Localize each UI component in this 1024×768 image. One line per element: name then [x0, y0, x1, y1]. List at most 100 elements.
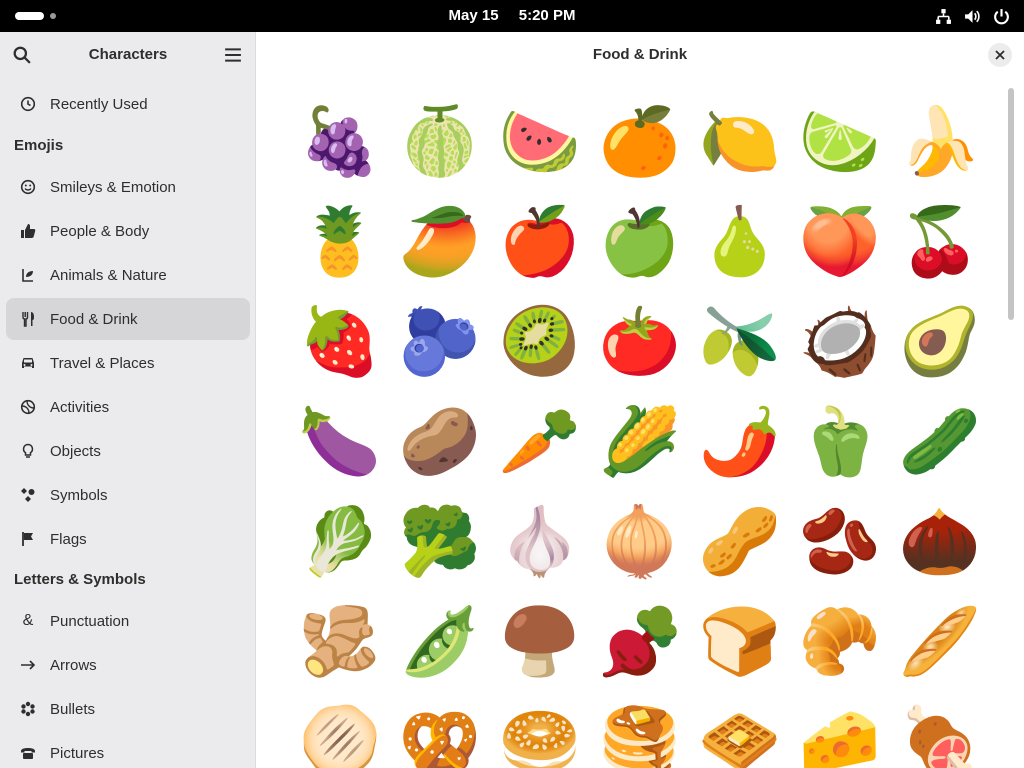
hamburger-menu-icon[interactable] — [224, 46, 242, 64]
emoji-cell[interactable]: 🧄 — [490, 492, 590, 592]
sidebar-item-recently-used[interactable]: Recently Used — [6, 83, 250, 125]
asterisk-icon — [20, 701, 36, 717]
emoji-cell[interactable]: 🌰 — [890, 492, 990, 592]
emoji-cell[interactable]: 🥐 — [790, 592, 890, 692]
emoji-cell[interactable]: 🥑 — [890, 292, 990, 392]
emoji-cell[interactable]: 🧀 — [790, 692, 890, 768]
emoji-cell[interactable]: 🍏 — [590, 192, 690, 292]
emoji-glyph: 🥔 — [398, 403, 482, 480]
emoji-cell[interactable]: 🌶️ — [690, 392, 790, 492]
emoji-cell[interactable]: 🥖 — [890, 592, 990, 692]
sidebar-item-label: Food & Drink — [50, 310, 138, 328]
sidebar-item-label: Travel & Places — [50, 354, 155, 372]
emoji-cell[interactable]: 🥥 — [790, 292, 890, 392]
emoji-cell[interactable]: 🫐 — [390, 292, 490, 392]
sidebar-item-people[interactable]: People & Body — [6, 210, 250, 252]
activities-indicator[interactable] — [15, 12, 44, 20]
emoji-cell[interactable]: 🫒 — [690, 292, 790, 392]
emoji-glyph: 🥭 — [398, 203, 482, 280]
emoji-glyph: 🥯 — [498, 703, 582, 768]
symbols-icon — [20, 487, 36, 503]
emoji-cell[interactable]: 🫜 — [590, 592, 690, 692]
emoji-cell[interactable]: 🥞 — [590, 692, 690, 768]
emoji-cell[interactable]: 🫚 — [290, 592, 390, 692]
emoji-glyph: 🌽 — [598, 403, 682, 480]
emoji-cell[interactable]: 🍈 — [390, 92, 490, 192]
scrollbar[interactable] — [1008, 88, 1014, 320]
sidebar-item-label: Objects — [50, 442, 101, 460]
close-button[interactable] — [988, 43, 1012, 67]
emoji-glyph: 🥬 — [298, 503, 382, 580]
sidebar-item-activities[interactable]: Activities — [6, 386, 250, 428]
emoji-cell[interactable]: 🍐 — [690, 192, 790, 292]
emoji-cell[interactable]: 🫘 — [790, 492, 890, 592]
clock[interactable]: May 15 5:20 PM — [0, 0, 1024, 32]
emoji-cell[interactable]: 🧅 — [590, 492, 690, 592]
emoji-glyph: 🥜 — [698, 503, 782, 580]
emoji-glyph: 🧀 — [798, 703, 882, 768]
emoji-glyph: 🍏 — [598, 203, 682, 280]
workspace-dot[interactable] — [50, 13, 56, 19]
phone-icon — [20, 745, 36, 761]
section-letters-symbols: Letters & Symbols — [14, 571, 146, 588]
emoji-cell[interactable]: 🍓 — [290, 292, 390, 392]
sidebar-item-bullets[interactable]: Bullets — [6, 688, 250, 730]
emoji-cell[interactable]: 🍋‍🟩 — [790, 92, 890, 192]
sidebar: Characters Recently Used Emojis Smileys … — [0, 32, 256, 768]
sidebar-item-smileys[interactable]: Smileys & Emotion — [6, 166, 250, 208]
emoji-cell[interactable]: 🥕 — [490, 392, 590, 492]
emoji-cell[interactable]: 🥔 — [390, 392, 490, 492]
emoji-cell[interactable]: 🥨 — [390, 692, 490, 768]
sidebar-item-arrows[interactable]: Arrows — [6, 644, 250, 686]
sidebar-item-food-drink[interactable]: Food & Drink — [6, 298, 250, 340]
car-icon — [20, 355, 36, 371]
emoji-cell[interactable]: 🥦 — [390, 492, 490, 592]
emoji-cell[interactable]: 🍌 — [890, 92, 990, 192]
emoji-glyph: 🫚 — [298, 603, 382, 680]
emoji-cell[interactable]: 🍞 — [690, 592, 790, 692]
emoji-glyph: 🍉 — [498, 103, 582, 180]
emoji-glyph: 🍞 — [698, 603, 782, 680]
emoji-cell[interactable]: 🥒 — [890, 392, 990, 492]
fork-knife-icon — [20, 311, 36, 327]
emoji-cell[interactable]: 🍍 — [290, 192, 390, 292]
emoji-glyph: 🫛 — [398, 603, 482, 680]
emoji-cell[interactable]: 🍆 — [290, 392, 390, 492]
clock-icon — [20, 96, 36, 112]
emoji-glyph: 🍋 — [698, 103, 782, 180]
emoji-glyph: 🫜 — [598, 603, 682, 680]
emoji-cell[interactable]: 🍎 — [490, 192, 590, 292]
emoji-cell[interactable]: 🍋 — [690, 92, 790, 192]
sidebar-item-label: Bullets — [50, 700, 96, 718]
sidebar-item-flags[interactable]: Flags — [6, 518, 250, 560]
sidebar-item-pictures[interactable]: Pictures — [6, 732, 250, 768]
emoji-cell[interactable]: 🫑 — [790, 392, 890, 492]
emoji-cell[interactable]: 🫓 — [290, 692, 390, 768]
emoji-cell[interactable]: 🫛 — [390, 592, 490, 692]
emoji-cell[interactable]: 🥬 — [290, 492, 390, 592]
emoji-cell[interactable]: 🥝 — [490, 292, 590, 392]
system-tray[interactable] — [935, 7, 1010, 25]
sidebar-item-punctuation[interactable]: & Punctuation — [6, 600, 250, 642]
emoji-cell[interactable]: 🥯 — [490, 692, 590, 768]
ball-icon — [20, 399, 36, 415]
emoji-cell[interactable]: 🌽 — [590, 392, 690, 492]
emoji-cell[interactable]: 🧇 — [690, 692, 790, 768]
emoji-cell[interactable]: 🍊 — [590, 92, 690, 192]
arrow-icon — [20, 657, 36, 673]
sidebar-item-objects[interactable]: Objects — [6, 430, 250, 472]
emoji-cell[interactable]: 🍇 — [290, 92, 390, 192]
emoji-cell[interactable]: 🍄‍🟫 — [490, 592, 590, 692]
sidebar-item-travel[interactable]: Travel & Places — [6, 342, 250, 384]
thumbs-up-icon — [20, 223, 36, 239]
emoji-cell[interactable]: 🍑 — [790, 192, 890, 292]
emoji-cell[interactable]: 🥭 — [390, 192, 490, 292]
emoji-cell[interactable]: 🍖 — [890, 692, 990, 768]
sidebar-item-animals[interactable]: Animals & Nature — [6, 254, 250, 296]
emoji-cell[interactable]: 🥜 — [690, 492, 790, 592]
emoji-cell[interactable]: 🍒 — [890, 192, 990, 292]
emoji-glyph: 🍋‍🟩 — [798, 103, 882, 180]
emoji-cell[interactable]: 🍉 — [490, 92, 590, 192]
emoji-cell[interactable]: 🍅 — [590, 292, 690, 392]
sidebar-item-symbols[interactable]: Symbols — [6, 474, 250, 516]
